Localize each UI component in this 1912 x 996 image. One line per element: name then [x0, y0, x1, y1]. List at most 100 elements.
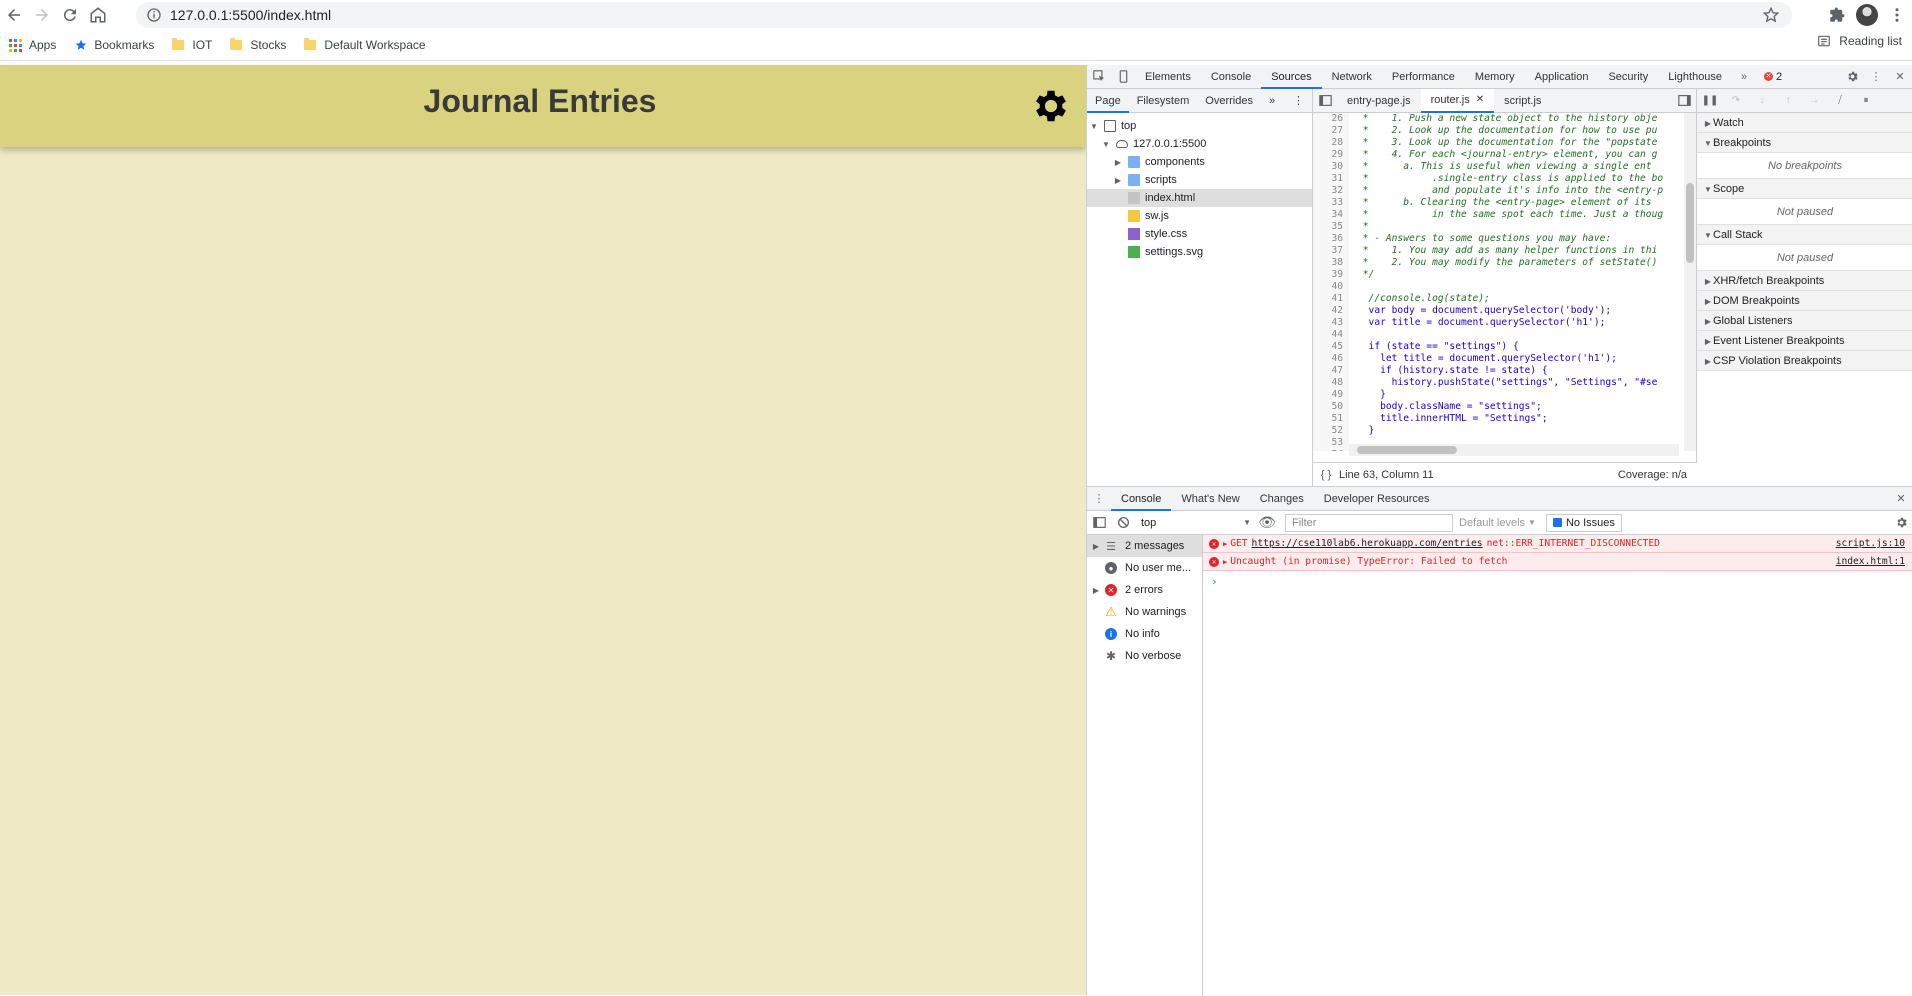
line-number[interactable]: 26	[1313, 113, 1349, 125]
line-number[interactable]: 54	[1313, 449, 1349, 451]
bookmark-stocks[interactable]: Stocks	[221, 33, 295, 57]
line-number[interactable]: 41	[1313, 293, 1349, 305]
bookmark-apps[interactable]: Apps	[0, 33, 65, 57]
tree-item-style-css[interactable]: style.css	[1087, 225, 1312, 243]
code-line[interactable]: 33 * b. Clearing the <entry-page> elemen…	[1313, 197, 1685, 209]
line-number[interactable]: 40	[1313, 281, 1349, 293]
sidebar-item-user-messages[interactable]: ● No user me...	[1087, 557, 1202, 579]
console-settings-button[interactable]	[1889, 511, 1912, 535]
code-line[interactable]: 28 * 3. Look up the documentation for th…	[1313, 137, 1685, 149]
tab-console[interactable]: Console	[1201, 65, 1261, 89]
line-number[interactable]: 44	[1313, 329, 1349, 341]
pretty-print-icon[interactable]: { }	[1313, 469, 1339, 481]
sidebar-item-verbose[interactable]: ✱ No verbose	[1087, 645, 1202, 667]
code-line[interactable]: 41 //console.log(state);	[1313, 293, 1685, 305]
step-button[interactable]: →	[1801, 89, 1827, 113]
debug-section-xhr[interactable]: ▶ XHR/fetch Breakpoints	[1697, 271, 1912, 291]
line-number[interactable]: 51	[1313, 413, 1349, 425]
line-number[interactable]: 34	[1313, 209, 1349, 221]
debug-section-breakpoints[interactable]: ▼Breakpoints No breakpoints	[1697, 133, 1912, 179]
pause-button[interactable]: ❚❚	[1697, 89, 1723, 113]
code-line[interactable]: 30 * a. This is useful when viewing a si…	[1313, 161, 1685, 173]
sidebar-item-messages[interactable]: ▶ ☰ 2 messages	[1087, 535, 1202, 557]
code-line[interactable]: 49 }	[1313, 389, 1685, 401]
console-prompt[interactable]: ›	[1203, 571, 1912, 588]
code-line[interactable]: 38 * 2. You may modify the parameters of…	[1313, 257, 1685, 269]
drawer-tab-changes[interactable]: Changes	[1250, 487, 1314, 511]
clear-console-button[interactable]	[1111, 511, 1135, 535]
line-number[interactable]: 27	[1313, 125, 1349, 137]
tree-item-sw-js[interactable]: sw.js	[1087, 207, 1312, 225]
tab-elements[interactable]: Elements	[1135, 65, 1201, 89]
more-tabs-button[interactable]: »	[1732, 65, 1756, 89]
reload-button[interactable]	[56, 1, 84, 29]
drawer-menu-button[interactable]: ⋮	[1087, 487, 1111, 511]
tree-item-settings-svg[interactable]: settings.svg	[1087, 243, 1312, 261]
debug-section-scope[interactable]: ▼Scope Not paused	[1697, 179, 1912, 225]
code-line[interactable]: 37 * 1. You may add as many helper funct…	[1313, 245, 1685, 257]
code-line[interactable]: 43 var title = document.querySelector('h…	[1313, 317, 1685, 329]
debug-section-call-stack[interactable]: ▼Call Stack Not paused	[1697, 225, 1912, 271]
gear-icon[interactable]	[1030, 85, 1072, 127]
line-number[interactable]: 29	[1313, 149, 1349, 161]
code-line[interactable]: 36 * - Answers to some questions you may…	[1313, 233, 1685, 245]
bookmark-iot[interactable]: IOT	[163, 33, 221, 57]
bookmark-default-workspace[interactable]: Default Workspace	[295, 33, 434, 57]
line-number[interactable]: 32	[1313, 185, 1349, 197]
source-link[interactable]: index.html:1	[1836, 556, 1912, 567]
debug-section-event-listeners[interactable]: ▶ Event Listener Breakpoints	[1697, 331, 1912, 351]
drawer-tab-console[interactable]: Console	[1111, 487, 1172, 511]
code-line[interactable]: 51 title.innerHTML = "Settings";	[1313, 413, 1685, 425]
drawer-tab-whats-new[interactable]: What's New	[1171, 487, 1249, 511]
step-into-button[interactable]: ↓	[1749, 89, 1775, 113]
debug-section-global-listeners[interactable]: ▶ Global Listeners	[1697, 311, 1912, 331]
tree-item-components[interactable]: ▶ components	[1087, 153, 1312, 171]
line-number[interactable]: 42	[1313, 305, 1349, 317]
source-link[interactable]: script.js:10	[1836, 538, 1912, 549]
close-devtools-button[interactable]: ✕	[1888, 65, 1912, 89]
console-error-message[interactable]: ✕ ▶ Uncaught (in promise) TypeError: Fai…	[1203, 553, 1912, 571]
code-line[interactable]: 26 * 1. Push a new state object to the h…	[1313, 113, 1685, 125]
console-error-message[interactable]: ✕ ▶ GET https://cse110lab6.herokuapp.com…	[1203, 535, 1912, 553]
code-line[interactable]: 52 }	[1313, 425, 1685, 437]
tree-item-top[interactable]: ▼ top	[1087, 117, 1312, 135]
editor-tab-router[interactable]: router.js ✕	[1420, 88, 1495, 113]
code-line[interactable]: 45 if (state == "settings") {	[1313, 341, 1685, 353]
customize-button[interactable]: ⋮	[1864, 65, 1888, 89]
back-button[interactable]	[0, 1, 28, 29]
context-selector[interactable]: top ▼	[1135, 514, 1255, 532]
line-number[interactable]: 47	[1313, 365, 1349, 377]
console-sidebar-toggle[interactable]	[1087, 511, 1111, 535]
tab-application[interactable]: Application	[1525, 65, 1599, 89]
toggle-navigator-button[interactable]	[1313, 89, 1337, 113]
close-icon[interactable]: ✕	[1476, 88, 1484, 112]
line-number[interactable]: 49	[1313, 389, 1349, 401]
scroll-thumb[interactable]	[1686, 183, 1694, 263]
line-number[interactable]: 52	[1313, 425, 1349, 437]
tree-item-host[interactable]: ▼ 127.0.0.1:5500	[1087, 135, 1312, 153]
code-line[interactable]: 32 * and populate it's info into the <en…	[1313, 185, 1685, 197]
line-number[interactable]: 33	[1313, 197, 1349, 209]
bookmark-bookmarks[interactable]: Bookmarks	[65, 33, 163, 57]
step-out-button[interactable]: ↑	[1775, 89, 1801, 113]
code-line[interactable]: 39 */	[1313, 269, 1685, 281]
debug-section-watch[interactable]: ▶ Watch	[1697, 113, 1912, 133]
device-toolbar-button[interactable]	[1111, 65, 1135, 89]
profile-button[interactable]	[1852, 0, 1882, 30]
tab-sources[interactable]: Sources	[1261, 65, 1322, 89]
more-navigator-tabs[interactable]: »	[1261, 89, 1283, 113]
sidebar-item-warnings[interactable]: ⚠ No warnings	[1087, 601, 1202, 623]
tab-page[interactable]: Page	[1087, 89, 1129, 113]
line-number[interactable]: 46	[1313, 353, 1349, 365]
line-number[interactable]: 35	[1313, 221, 1349, 233]
code-line[interactable]: 29 * 4. For each <journal-entry> element…	[1313, 149, 1685, 161]
settings-button[interactable]	[1840, 65, 1864, 89]
line-number[interactable]: 28	[1313, 137, 1349, 149]
code-line[interactable]: 48 history.pushState("settings", "Settin…	[1313, 377, 1685, 389]
tab-overrides[interactable]: Overrides	[1197, 89, 1261, 113]
debug-section-csp[interactable]: ▶ CSP Violation Breakpoints	[1697, 351, 1912, 371]
line-number[interactable]: 30	[1313, 161, 1349, 173]
editor-tab-entry-page[interactable]: entry-page.js	[1337, 89, 1421, 113]
error-count-badge[interactable]: ✕ 2	[1764, 71, 1782, 83]
sidebar-item-errors[interactable]: ▶ ✕ 2 errors	[1087, 579, 1202, 601]
